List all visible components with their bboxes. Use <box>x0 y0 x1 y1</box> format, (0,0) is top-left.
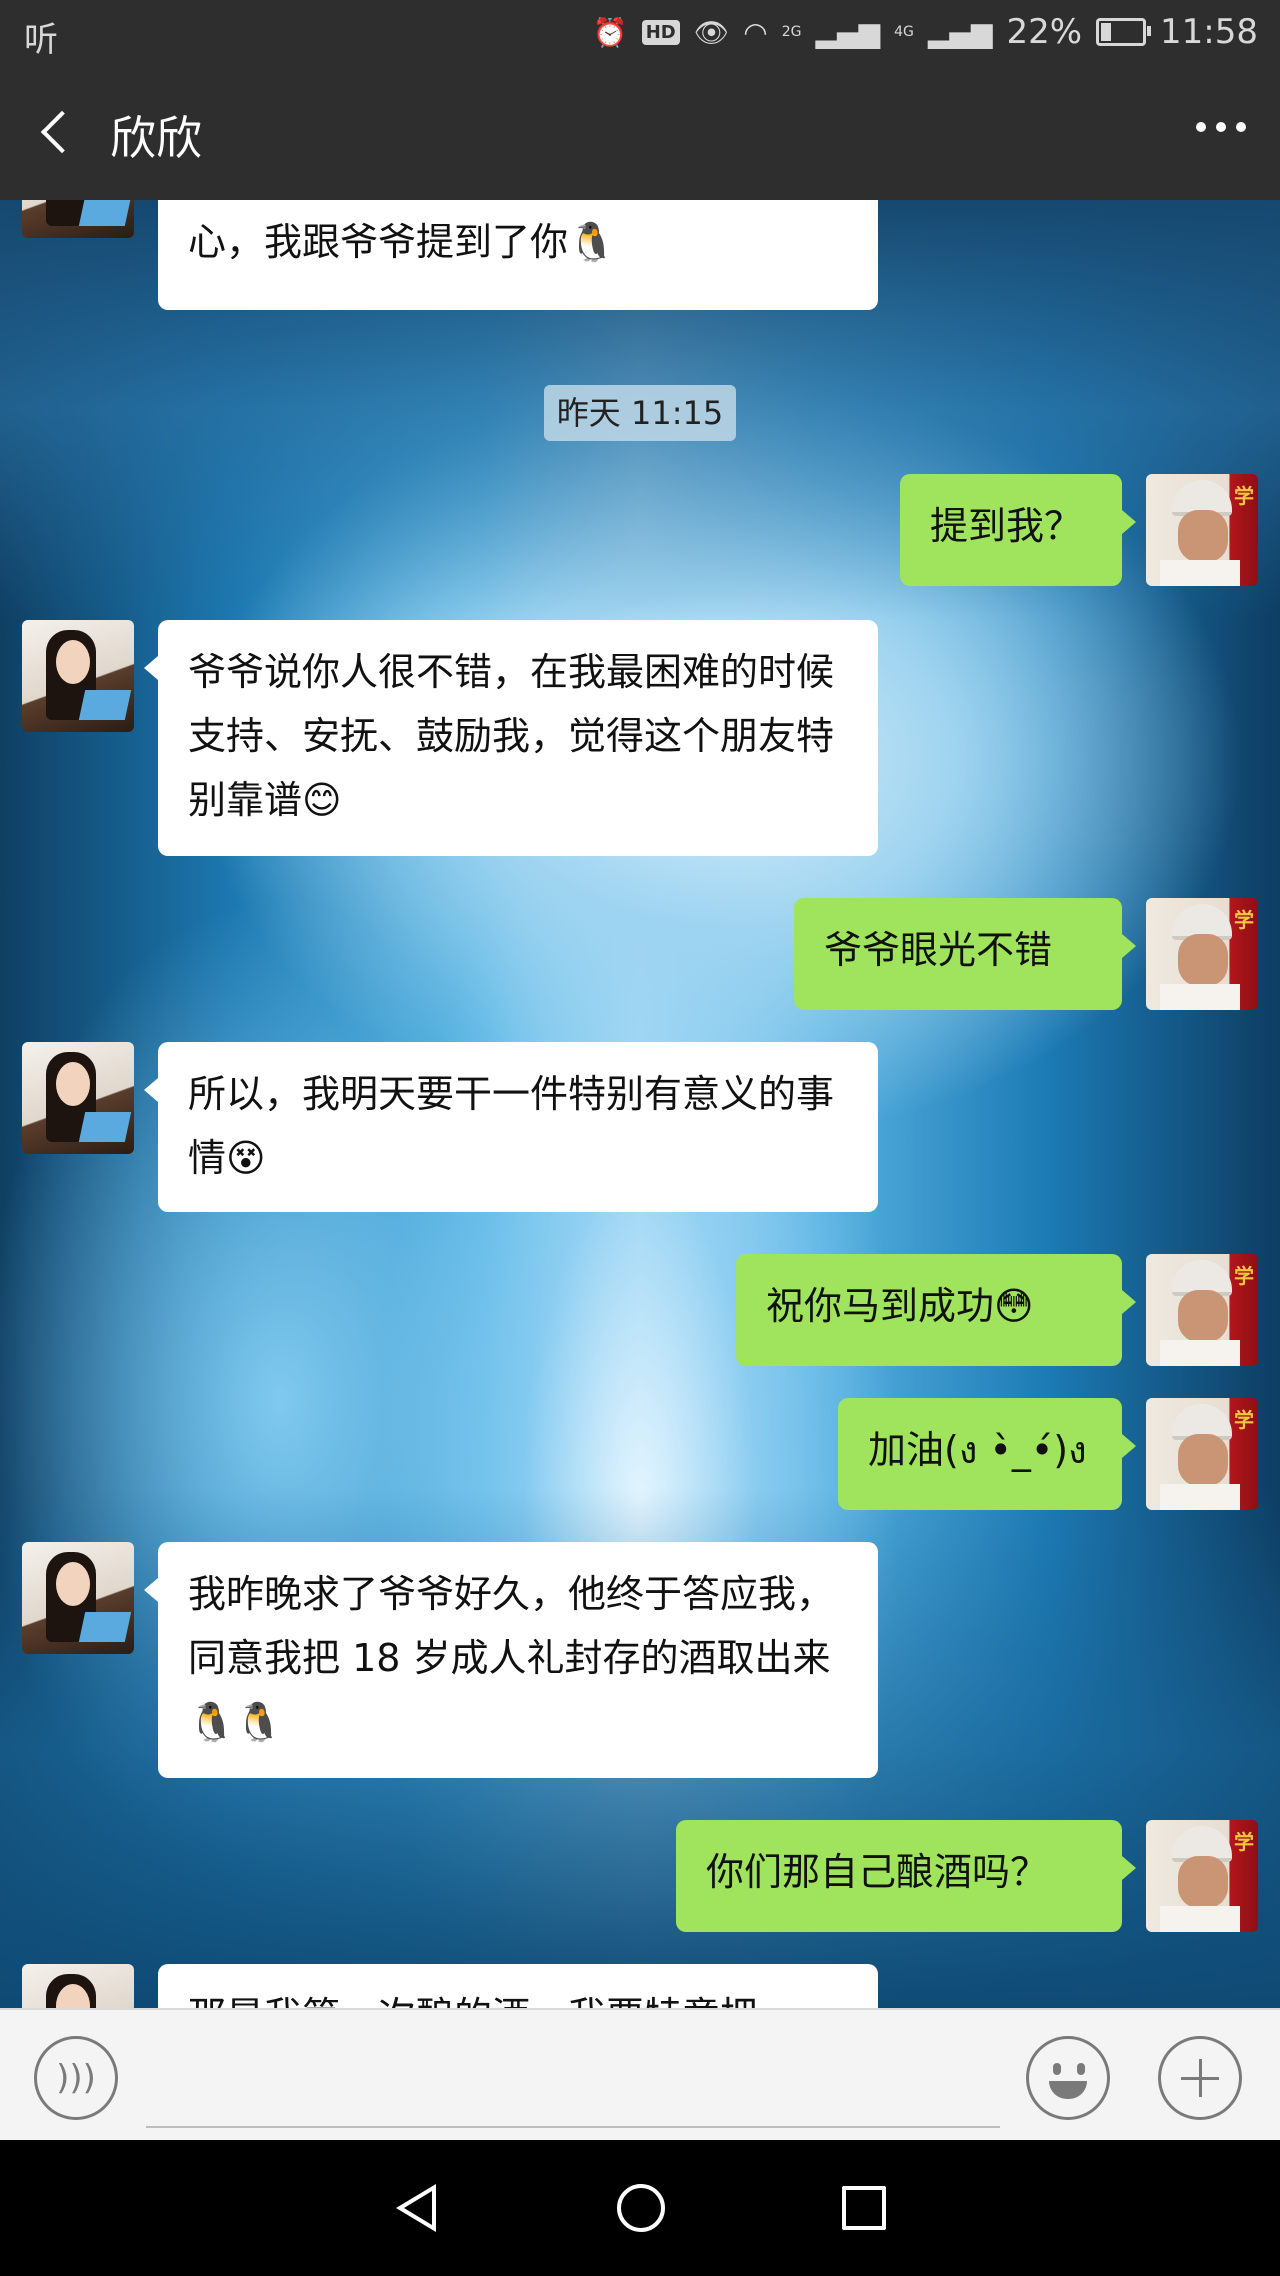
chat-messages[interactable]: 昨天晚上跟爷爷聊得特别晚，特别开心，我跟爷爷提到了你🐧 昨天 11:15 提到我… <box>0 200 1280 2008</box>
back-button[interactable] <box>28 104 84 160</box>
message-bubble-incoming[interactable]: 昨天晚上跟爷爷聊得特别晚，特别开心，我跟爷爷提到了你🐧 <box>158 200 878 310</box>
my-avatar[interactable]: 学 <box>1146 898 1258 1010</box>
system-home-icon[interactable] <box>617 2184 665 2232</box>
more-dot-icon <box>1236 122 1246 132</box>
system-recents-icon[interactable] <box>842 2186 886 2230</box>
tinglisten-icon: 听 <box>24 20 58 60</box>
message-input[interactable] <box>146 2036 1000 2128</box>
message-bubble-outgoing[interactable]: 你们那自己酿酒吗？ <box>676 1820 1136 1932</box>
battery-percent: 22% <box>1006 12 1083 52</box>
clock: 11:58 <box>1160 12 1258 52</box>
message-bubble-outgoing[interactable]: 祝你马到成功😳 <box>736 1254 1136 1366</box>
wifi-icon: ◠ <box>743 15 768 49</box>
more-dot-icon <box>1196 122 1206 132</box>
message-bubble-incoming[interactable]: 爷爷说你人很不错，在我最困难的时候支持、安抚、鼓励我，觉得这个朋友特别靠谱😊 <box>144 620 878 856</box>
chat-title: 欣欣 <box>110 111 202 165</box>
more-options-button[interactable] <box>1196 122 1246 132</box>
my-avatar[interactable]: 学 <box>1146 1398 1258 1510</box>
my-avatar[interactable]: 学 <box>1146 474 1258 586</box>
system-back-icon[interactable] <box>396 2184 436 2232</box>
message-bubble-incoming[interactable]: 那是我第一次酿的酒，我要特意把 <box>158 1964 878 2008</box>
battery-fill <box>1101 23 1111 41</box>
message-bubble-outgoing[interactable]: 提到我？ <box>900 474 1136 586</box>
input-bar: ))) <box>0 2008 1280 2142</box>
signal-bars-icon-2: ▂▄▆ <box>927 15 993 49</box>
message-bubble-outgoing[interactable]: 加油(ง •̀_•́)ง <box>838 1398 1136 1510</box>
eye-icon: 👁 <box>693 15 730 49</box>
contact-avatar[interactable] <box>22 620 134 732</box>
status-bar: 听 ⏰ HD 👁 ◠ 2G ▂▄▆ 4G ▂▄▆ 22% 11:58 <box>0 0 1280 66</box>
message-bubble-outgoing[interactable]: 爷爷眼光不错 <box>794 898 1136 1010</box>
more-dot-icon <box>1216 122 1226 132</box>
my-avatar[interactable]: 学 <box>1146 1820 1258 1932</box>
system-navigation-bar <box>0 2140 1280 2276</box>
signal-bars-icon: ▂▄▆ <box>815 15 881 49</box>
message-timestamp: 昨天 11:15 <box>544 385 736 441</box>
contact-avatar[interactable] <box>22 1542 134 1654</box>
contact-avatar[interactable] <box>22 1964 134 2008</box>
contact-avatar[interactable] <box>22 1042 134 1154</box>
hd-icon: HD <box>641 19 680 45</box>
message-bubble-incoming[interactable]: 我昨晚求了爷爷好久，他终于答应我，同意我把 18 岁成人礼封存的酒取出来🐧🐧 <box>144 1542 878 1778</box>
status-icons: ⏰ HD 👁 ◠ 2G ▂▄▆ 4G ▂▄▆ 22% 11:58 <box>593 12 1258 52</box>
signal-2g: 2G <box>781 24 802 40</box>
battery-icon <box>1096 18 1152 46</box>
chevron-left-icon <box>40 110 84 154</box>
voice-icon[interactable]: ))) <box>34 2036 118 2120</box>
contact-avatar[interactable] <box>22 200 134 238</box>
my-avatar[interactable]: 学 <box>1146 1254 1258 1366</box>
emoji-icon[interactable] <box>1026 2036 1110 2120</box>
signal-4g: 4G <box>894 24 914 40</box>
plus-icon[interactable] <box>1158 2036 1242 2120</box>
chat-header: 欣欣 <box>0 66 1280 200</box>
message-bubble-incoming[interactable]: 所以，我明天要干一件特别有意义的事情😵 <box>144 1042 878 1212</box>
alarm-icon: ⏰ <box>592 15 628 49</box>
